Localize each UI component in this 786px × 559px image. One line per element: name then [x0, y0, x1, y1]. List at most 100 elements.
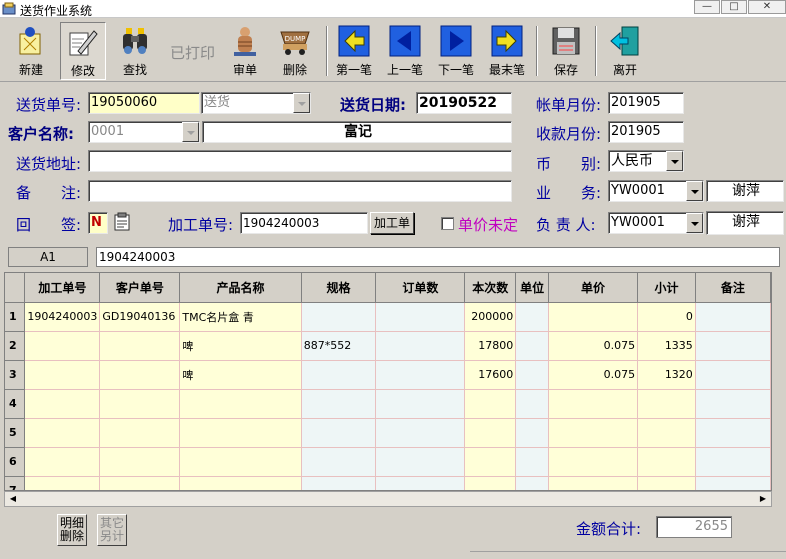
grid-cell-proc[interactable]	[24, 447, 101, 477]
row-number[interactable]: 2	[5, 331, 26, 361]
grid-cell-note[interactable]	[695, 418, 771, 448]
grid-cell-cust[interactable]	[99, 331, 181, 361]
grid-cell-order[interactable]	[375, 360, 466, 390]
customer-name-field[interactable]: 富记	[202, 121, 512, 143]
table-row[interactable]: 4	[5, 389, 771, 419]
column-header[interactable]: 小计	[637, 273, 696, 303]
grid-cell-order[interactable]	[375, 302, 466, 332]
grid-cell-order[interactable]	[375, 447, 466, 477]
column-header[interactable]: 产品名称	[179, 273, 302, 303]
grid-cell-proc[interactable]	[24, 360, 101, 390]
account-month-field[interactable]: 201905	[608, 92, 684, 114]
grid-cell-prod[interactable]	[179, 389, 302, 419]
grid-cell-note[interactable]	[695, 476, 771, 490]
grid-cell-qty[interactable]: 17600	[464, 360, 517, 390]
business-dropdown-arrow[interactable]	[686, 181, 703, 201]
audit-button[interactable]: 审单	[222, 22, 268, 80]
grid-cell-proc[interactable]	[24, 389, 101, 419]
row-number[interactable]: 1	[5, 302, 26, 332]
row-number[interactable]: 4	[5, 389, 26, 419]
grid-cell-cust[interactable]: GD19040136	[99, 302, 181, 332]
grid-cell-spec[interactable]	[301, 360, 377, 390]
manager-dropdown-arrow[interactable]	[686, 213, 703, 233]
table-row[interactable]: 3 啤 17600 0.075 1320	[5, 360, 771, 390]
grid-cell-proc[interactable]	[24, 331, 101, 361]
grid-cell-note[interactable]	[695, 389, 771, 419]
next-record-button[interactable]: 下一笔	[433, 22, 479, 80]
scroll-right-arrow-icon[interactable]: ▶	[755, 492, 771, 506]
column-header[interactable]: 单价	[548, 273, 639, 303]
grid-cell-prod[interactable]	[179, 447, 302, 477]
grid-cell-price[interactable]: 0.075	[548, 360, 639, 390]
row-number[interactable]: 3	[5, 360, 26, 390]
currency-dropdown-arrow[interactable]	[666, 151, 683, 171]
grid-cell-unit[interactable]	[515, 360, 549, 390]
delete-button[interactable]: DUMP 删除	[272, 22, 318, 80]
row-number[interactable]: 6	[5, 447, 26, 477]
table-row[interactable]: 5	[5, 418, 771, 448]
remark-field[interactable]	[88, 180, 512, 202]
process-order-button[interactable]: 加工单	[370, 212, 414, 234]
grid-cell-unit[interactable]	[515, 302, 549, 332]
prev-record-button[interactable]: 上一笔	[382, 22, 428, 80]
grid-cell-prod[interactable]: TMC名片盒 青	[179, 302, 302, 332]
last-record-button[interactable]: 最末笔	[484, 22, 530, 80]
grid-cell-sub[interactable]	[637, 418, 696, 448]
grid-cell-prod[interactable]: 啤	[179, 331, 302, 361]
grid-cell-cust[interactable]	[99, 447, 181, 477]
grid-cell-qty[interactable]	[464, 418, 517, 448]
grid-cell-cust[interactable]	[99, 418, 181, 448]
close-button[interactable]: ✕	[748, 0, 786, 14]
customer-dropdown-arrow[interactable]	[182, 122, 199, 142]
grid-cell-spec[interactable]	[301, 389, 377, 419]
minimize-button[interactable]: —	[694, 0, 720, 14]
clipboard-icon[interactable]	[112, 212, 132, 232]
grid-cell-qty[interactable]: 17800	[464, 331, 517, 361]
delivery-date-field[interactable]: 20190522	[416, 92, 512, 114]
grid-cell-price[interactable]	[548, 447, 639, 477]
column-header[interactable]: 订单数	[375, 273, 466, 303]
scroll-left-arrow-icon[interactable]: ◀	[5, 492, 21, 506]
grid-cell-note[interactable]	[695, 331, 771, 361]
grid-cell-prod[interactable]	[179, 476, 302, 490]
grid-cell-unit[interactable]	[515, 418, 549, 448]
grid-cell-order[interactable]	[375, 389, 466, 419]
grid-cell-qty[interactable]	[464, 389, 517, 419]
grid-cell-qty[interactable]: 200000	[464, 302, 517, 332]
grid-cell-cust[interactable]	[99, 389, 181, 419]
row-number[interactable]: 7	[5, 476, 26, 490]
table-row[interactable]: 7	[5, 476, 771, 490]
grid-cell-note[interactable]	[695, 360, 771, 390]
grid-cell-proc[interactable]	[24, 418, 101, 448]
save-button[interactable]: 保存	[543, 22, 589, 80]
find-button[interactable]: 查找	[112, 22, 158, 80]
maximize-button[interactable]: □	[721, 0, 747, 14]
address-field[interactable]	[88, 150, 512, 172]
grid-cell-price[interactable]	[548, 302, 639, 332]
grid-cell-unit[interactable]	[515, 447, 549, 477]
process-no-field[interactable]: 1904240003	[240, 212, 368, 234]
column-header[interactable]: 备注	[695, 273, 771, 303]
table-row[interactable]: 6	[5, 447, 771, 477]
other-calc-button[interactable]: 其它 另计	[97, 514, 127, 546]
grid-cell-sub[interactable]	[637, 389, 696, 419]
grid-cell-spec[interactable]	[301, 418, 377, 448]
grid-cell-sub[interactable]: 1335	[637, 331, 696, 361]
table-row[interactable]: 2 啤 887*552 17800 0.075 1335	[5, 331, 771, 361]
column-header[interactable]: 客户单号	[99, 273, 181, 303]
first-record-button[interactable]: 第一笔	[331, 22, 377, 80]
column-header[interactable]: 本次数	[464, 273, 517, 303]
grid-cell-order[interactable]	[375, 476, 466, 490]
grid-cell-sub[interactable]: 0	[637, 302, 696, 332]
business-name-field[interactable]: 谢萍	[706, 180, 784, 202]
column-header[interactable]: 加工单号	[24, 273, 101, 303]
grid-cell-proc[interactable]: 1904240003	[24, 302, 101, 332]
table-row[interactable]: 1 1904240003 GD19040136 TMC名片盒 青 200000 0	[5, 302, 771, 332]
edit-button[interactable]: 修改	[60, 22, 106, 80]
grid-cell-sub[interactable]: 1320	[637, 360, 696, 390]
cell-value-editor[interactable]: 1904240003	[96, 247, 780, 267]
grid-cell-unit[interactable]	[515, 331, 549, 361]
column-header[interactable]: 单位	[515, 273, 549, 303]
new-button[interactable]: 新建	[8, 22, 54, 80]
grid-cell-spec[interactable]: 887*552	[301, 331, 377, 361]
